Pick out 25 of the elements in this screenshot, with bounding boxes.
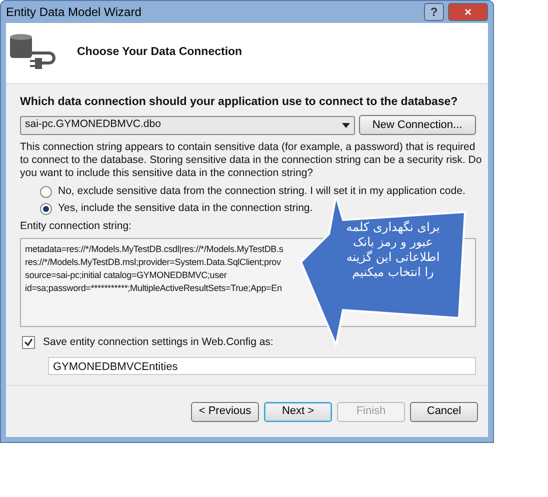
connection-string-line: metadata=res://*/Models.MyTestDB.csdl|res://*/Models.MyTestDB.s (25, 243, 284, 256)
help-button[interactable]: ? (424, 3, 444, 21)
radio-button[interactable] (40, 203, 52, 216)
connection-string-line: source=sai-pc;initial catalog=GYMONEDBMVC;user (25, 269, 227, 282)
question-text: Which data connection should your application use to connect to the database? (20, 95, 459, 110)
wizard-button[interactable]: < Previous (191, 402, 259, 422)
radio-label: No, exclude sensitive data from the connection string. I will set it in my application code. (58, 184, 466, 200)
connection-string-line: res://*/Models.MyTestDB.msl;provider=System.Data.SqlClient;prov (25, 256, 281, 269)
name-input-field[interactable]: GYMONEDBMVCEntities (48, 356, 476, 375)
radio-button[interactable] (40, 186, 52, 198)
page-title: Choose Your Data Connection (77, 45, 242, 60)
checkbox[interactable] (22, 336, 35, 350)
callout-text: برای نگهداری کلمه عبور و رمز بانک اطلاعاتی این گزینه را انتخاب میکنیم (345, 220, 441, 280)
new-connection-button[interactable]: New Connection... (358, 115, 476, 136)
connection-dropdown[interactable]: sai-pc.GYMONEDBMVC.dbo (20, 116, 355, 135)
radio-label: Yes, include the sensitive data in the connection string. (58, 201, 313, 216)
close-button[interactable]: × (448, 3, 488, 21)
checkbox-label: Save entity connection settings in Web.Config as: (43, 335, 274, 350)
wizard-button[interactable]: Next > (264, 402, 332, 422)
wizard-button[interactable]: Cancel (410, 402, 478, 422)
caret-icon (342, 122, 350, 128)
field-label: Entity connection string: (20, 219, 132, 234)
connection-string-line: id=sa;password=***********;MultipleActiveResultSets=True;App=En (25, 282, 282, 295)
warning-text: This connection string appears to contain sensitive data (for example, a password) that is required to connect to the database. Storing sensitive data in the connection string can be a security risk. Do you want to include this sensitive data in the connection string? (20, 141, 482, 180)
window-title: Entity Data Model Wizard (6, 4, 142, 21)
